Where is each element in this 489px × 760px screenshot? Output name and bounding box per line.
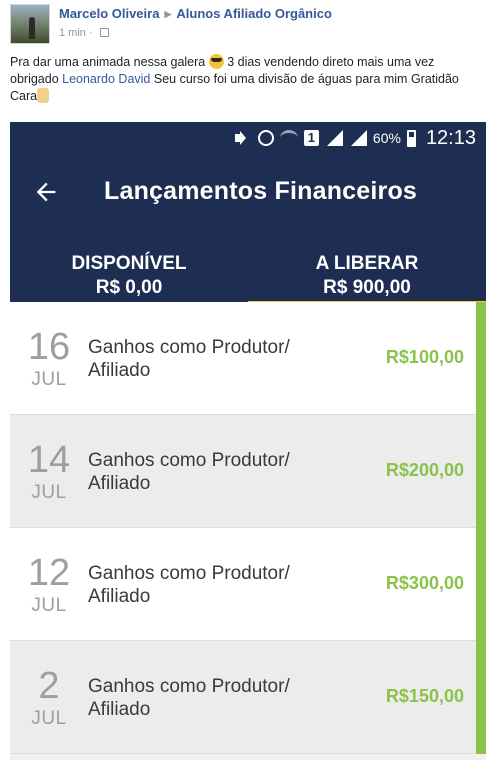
phone-screenshot[interactable]: 1 60% 12:13 Lançamentos Financeiros DISP… <box>10 122 486 760</box>
status-bar: 1 60% 12:13 <box>10 122 486 154</box>
entry-description-line: Ganhos como Produtor/ <box>88 676 290 697</box>
meta-separator: · <box>88 27 93 39</box>
entry-day: 2 <box>38 665 60 707</box>
entry-description-line: Afiliado <box>88 360 151 381</box>
post-meta: 1 min · <box>59 27 109 39</box>
entry-month: JUL <box>31 482 67 503</box>
post-author-line: Marcelo Oliveira ▶ Alunos Afiliado Orgânic… <box>59 6 332 21</box>
entry-description-line: Afiliado <box>88 699 151 720</box>
victory-hand-emoji-icon <box>37 88 50 103</box>
entry-description-line: Ganhos como Produtor/ <box>88 337 290 358</box>
app-bar: Lançamentos Financeiros DISPONÍVEL R$ 0,… <box>10 154 486 304</box>
entry-description: Ganhos como Produtor/Afiliado <box>88 675 338 721</box>
list-item[interactable]: 12 JUL Ganhos como Produtor/Afiliado R$3… <box>10 528 486 641</box>
entry-description: Ganhos como Produtor/Afiliado <box>88 336 338 382</box>
entry-description-line: Afiliado <box>88 473 151 494</box>
entry-month: JUL <box>31 369 67 390</box>
tab-label: A LIBERAR <box>315 253 419 274</box>
page-title: Lançamentos Financeiros <box>104 177 418 205</box>
entry-description-line: Afiliado <box>88 586 151 607</box>
list-item[interactable]: 2 JUL Ganhos como Produtor/Afiliado R$15… <box>10 641 486 754</box>
entry-amount: R$150,00 <box>385 686 464 706</box>
audience-icon[interactable] <box>99 28 109 37</box>
transactions-list: 16 JUL Ganhos como Produtor/Afiliado R$1… <box>10 302 486 754</box>
status-bar-indicator <box>476 415 486 528</box>
entry-description: Ganhos como Produtor/Afiliado <box>88 449 338 495</box>
back-button[interactable] <box>32 178 60 206</box>
timestamp-link[interactable]: 1 min <box>59 27 86 39</box>
author-name-link[interactable]: Marcelo Oliveira <box>59 6 159 21</box>
avatar[interactable] <box>10 4 50 44</box>
entry-description: Ganhos como Produtor/Afiliado <box>88 562 338 608</box>
mention-link[interactable]: Leonardo David <box>62 72 150 86</box>
list-item[interactable]: 14 JUL Ganhos como Produtor/Afiliado R$2… <box>10 415 486 528</box>
caret-right-icon: ▶ <box>164 9 172 19</box>
tab-label: DISPONÍVEL <box>71 253 187 274</box>
post-header: Marcelo Oliveira ▶ Alunos Afiliado Orgânic… <box>10 4 480 44</box>
status-bar-indicator <box>476 528 486 641</box>
sunglasses-emoji-icon <box>208 54 224 69</box>
tab-a-liberar[interactable]: A LIBERAR R$ 900,00 <box>248 252 486 304</box>
status-bar-indicator <box>476 641 486 754</box>
entry-amount: R$100,00 <box>385 347 464 367</box>
tab-value: R$ 900,00 <box>323 277 411 298</box>
status-bar-indicator <box>476 302 486 415</box>
vibrate-mute-icon <box>234 130 252 146</box>
entry-day: 16 <box>27 326 71 368</box>
entry-description-line: Ganhos como Produtor/ <box>88 563 290 584</box>
wifi-icon <box>279 130 298 146</box>
tab-disponivel[interactable]: DISPONÍVEL R$ 0,00 <box>10 252 248 302</box>
entry-month: JUL <box>31 595 67 616</box>
arrow-left-icon <box>36 182 56 202</box>
entry-month: JUL <box>31 708 67 729</box>
entry-amount: R$200,00 <box>385 460 464 480</box>
group-name-link[interactable]: Alunos Afiliado Orgânico <box>176 6 332 21</box>
entry-day: 14 <box>27 439 71 481</box>
alarm-icon <box>257 130 274 146</box>
post-text: Pra dar uma animada nessa galera 3 dias … <box>10 54 480 105</box>
signal-icon <box>325 130 343 146</box>
signal-icon-2 <box>349 130 367 146</box>
battery-percent: 60% <box>372 130 401 146</box>
entry-amount: R$300,00 <box>385 573 464 593</box>
clock: 12:13 <box>425 126 476 149</box>
sim-icon: 1 <box>303 130 319 146</box>
tab-value: R$ 0,00 <box>95 277 163 298</box>
entry-description-line: Ganhos como Produtor/ <box>88 450 290 471</box>
entry-day: 12 <box>27 552 71 594</box>
battery-icon <box>406 129 416 147</box>
post-text-part: Pra dar uma animada nessa galera <box>10 55 209 69</box>
balance-tabs: DISPONÍVEL R$ 0,00 A LIBERAR R$ 900,00 <box>10 252 486 304</box>
list-item[interactable]: 16 JUL Ganhos como Produtor/Afiliado R$1… <box>10 302 486 415</box>
